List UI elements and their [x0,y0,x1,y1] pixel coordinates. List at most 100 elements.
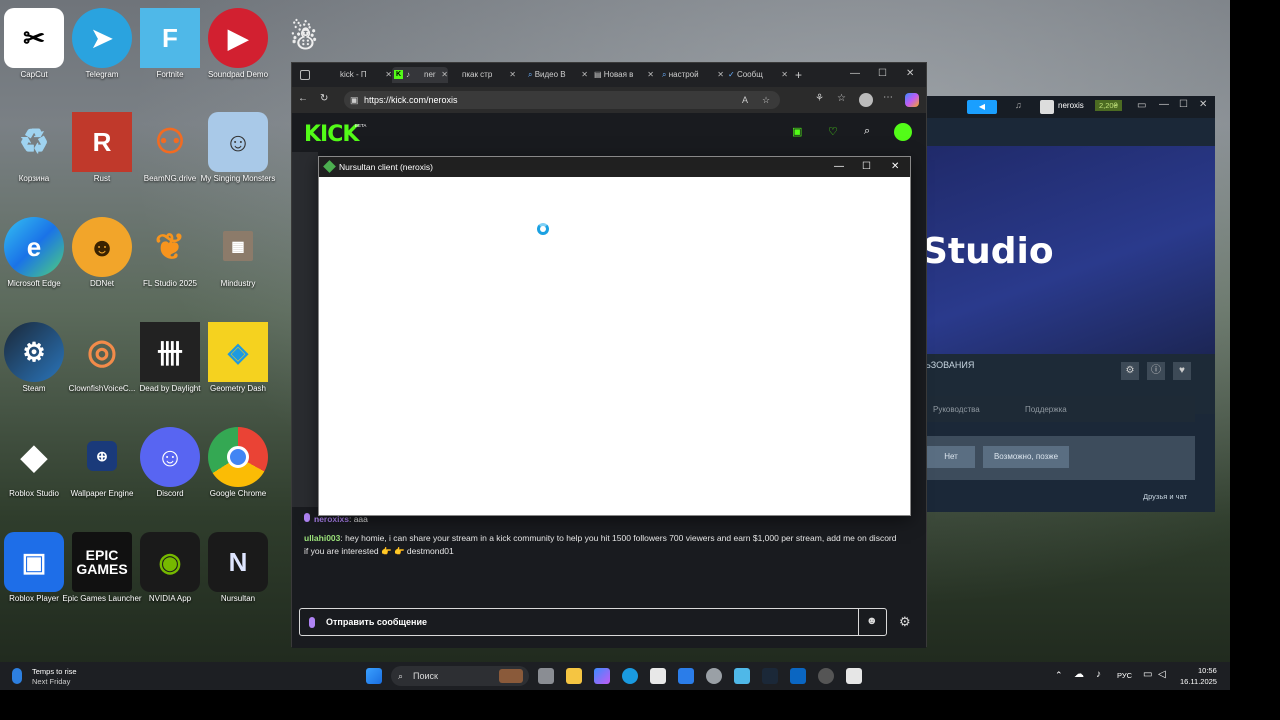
desktop-icon-clownfish[interactable]: ◎ ClownfishVoiceC... [68,316,136,416]
taskbar-search[interactable]: ⌕ Поиск [391,666,529,686]
steam-icon[interactable] [762,668,778,684]
desktop-icon-geometry-dash[interactable]: ◈ Geometry Dash [204,316,272,416]
emoji-icon[interactable]: ☻ [866,615,878,627]
desktop-icon-edge[interactable]: e Microsoft Edge [0,211,68,311]
chat-input-box[interactable]: ☻ [299,608,887,636]
settings-icon[interactable] [706,668,722,684]
task-view-icon[interactable] [538,668,554,684]
tab-search-2[interactable]: ⌕ Видео В ✕ [528,67,588,83]
gift-icon[interactable]: ▣ [792,125,802,138]
back-icon[interactable]: ← [298,93,308,104]
tab-messages[interactable]: ✓ Сообщ ✕ [728,67,788,83]
steam-maximize-button[interactable]: ☐ [1179,99,1188,110]
steam-gear-icon[interactable]: ⚙ [1121,362,1139,380]
browser-maximize-button[interactable]: ☐ [878,68,887,79]
kick-logo[interactable]: KICK [304,122,359,147]
desktop-icon-mindustry[interactable]: ▦ Mindustry [204,211,272,311]
popup-maximize-button[interactable]: ☐ [862,157,871,177]
weather-title[interactable]: Temps to rise [32,667,77,676]
desktop-icon-roblox-studio[interactable]: ◆ Roblox Studio [0,421,68,521]
clock-date[interactable]: 16.11.2025 [1180,677,1217,686]
desktop-icon-discord[interactable]: ☺ Discord [136,421,204,521]
steam-tab-support[interactable]: Поддержка [1025,405,1067,414]
heart-icon[interactable]: ♡ [828,125,838,138]
store-icon[interactable] [650,668,666,684]
profile-icon[interactable] [859,93,873,107]
tray-chevron-icon[interactable]: ⌃ [1055,670,1063,681]
steam-friends-chat[interactable]: Друзья и чат [1143,492,1187,501]
steam-later-button[interactable]: Возможно, позже [983,446,1069,468]
steam-minimize-button[interactable]: — [1159,99,1169,110]
browser-close-button[interactable]: ✕ [906,68,914,79]
steam-info-icon[interactable]: ⓘ [1147,362,1165,380]
extensions-icon[interactable]: ⚘ [815,93,824,104]
favorites-icon[interactable]: ☆ [837,93,846,104]
avatar[interactable] [1040,100,1054,114]
copilot-icon[interactable] [905,93,919,107]
tab-settings[interactable]: ⌕ настрой ✕ [662,67,724,83]
steam-close-button[interactable]: ✕ [1199,99,1207,110]
chat-settings-gear-icon[interactable]: ⚙ [899,614,911,630]
desktop-icon-capcut[interactable]: ✂ CapCut [0,2,68,102]
desktop-icon-epic-games[interactable]: EPIC GAMES Epic Games Launcher [62,526,142,626]
steam-monitor-icon[interactable]: ▭ [1137,100,1146,111]
desktop-icon-rust[interactable]: R Rust [68,106,136,206]
steam-no-button[interactable]: Нет [927,446,975,468]
thermometer-icon[interactable] [12,668,22,684]
steam-tab-guides[interactable]: Руководства [933,405,980,414]
favorite-star-icon[interactable]: ☆ [762,91,770,109]
desktop-icon-nursultan[interactable]: N Nursultan [204,526,272,626]
desktop-icon-roblox-player[interactable]: ▣ Roblox Player [0,526,68,626]
volume-icon[interactable]: ◁ [1158,669,1166,680]
chat-username[interactable]: ullahi003 [304,533,340,543]
edge-icon[interactable] [622,668,638,684]
tab-actions-icon[interactable] [300,70,310,80]
file-explorer-icon[interactable] [566,668,582,684]
steam-heart-icon[interactable]: ♥ [1173,362,1191,380]
desktop-icon-fortnite[interactable]: F Fortnite [136,2,204,102]
desktop-icon-recycle-bin[interactable]: ♻ Корзина [0,106,68,206]
steam-megaphone-button[interactable]: ◀ [967,100,997,114]
speaker-icon[interactable]: ♪ [406,67,410,83]
clock-time[interactable]: 10:56 [1198,666,1217,675]
search-icon[interactable]: ⌕ [864,125,870,138]
steam-username[interactable]: neroxis [1058,101,1084,110]
copilot-icon[interactable] [594,668,610,684]
refresh-icon[interactable]: ↻ [320,93,328,104]
desktop-icon-soundpad[interactable]: ▶ Soundpad Demo [204,2,272,102]
obs-icon[interactable] [818,668,834,684]
language-indicator[interactable]: РУС [1117,671,1132,680]
onedrive-icon[interactable]: ☁ [1074,669,1084,680]
browser-minimize-button[interactable]: — [850,68,860,79]
desktop-icon-dead-by-daylight[interactable]: 卌 Dead by Daylight [136,316,204,416]
mail-icon[interactable] [678,668,694,684]
tab-kick[interactable]: kick - П ✕ [340,67,392,83]
chat-input[interactable] [326,610,856,634]
tab-search-1[interactable]: пкак стр ✕ [462,67,516,83]
bell-icon[interactable]: ♫ [1015,100,1022,110]
desktop-icon-nvidia[interactable]: ◉ NVIDIA App [136,526,204,626]
desktop-icon-wallpaper-engine[interactable]: ⊕ Wallpaper Engine [68,421,136,521]
tab-new[interactable]: ▤ Новая в ✕ [594,67,654,83]
desktop-icon-chrome[interactable]: Google Chrome [204,421,272,521]
desktop-icon-ddnet[interactable]: ☻ DDNet [68,211,136,311]
network-icon[interactable]: ▭ [1143,669,1152,680]
popup-minimize-button[interactable]: — [834,157,844,177]
desktop-icon-fl-studio[interactable]: ❦ FL Studio 2025 [136,211,204,311]
new-tab-button[interactable]: + [795,67,807,83]
desktop-icon-beamng[interactable]: ⚇ BeamNG.drive [136,106,204,206]
desktop-icon-steam[interactable]: ⚙ Steam [0,316,68,416]
microphone-icon[interactable]: ♪ [1096,669,1101,680]
user-avatar[interactable] [894,123,912,141]
popup-close-button[interactable]: ✕ [891,157,899,177]
read-aloud-icon[interactable]: A [742,91,748,109]
desktop-icon-my-singing-monsters[interactable]: ☺ My Singing Monsters [201,106,275,206]
mic-icon[interactable] [309,617,315,628]
url-field[interactable]: ▣ https://kick.com/neroxis A ☆ [344,91,780,109]
more-icon[interactable]: ⋯ [883,92,893,103]
start-icon[interactable] [366,668,382,684]
linkedin-icon[interactable] [790,668,806,684]
tab-active-kick[interactable]: K ♪ ner ✕ [392,67,448,83]
desktop-icon-telegram[interactable]: ➤ Telegram [68,2,136,102]
fortnite-icon[interactable] [734,668,750,684]
